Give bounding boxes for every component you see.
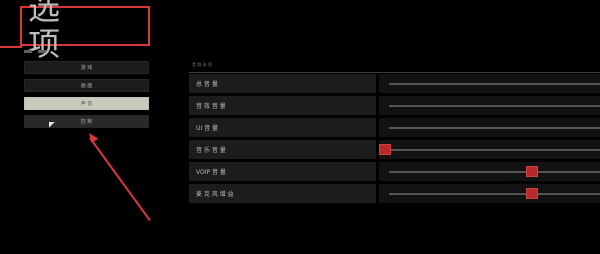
title-accent-line: [0, 46, 22, 48]
slider-thumb[interactable]: [526, 166, 539, 177]
menu-item-audio[interactable]: 声 音: [24, 97, 149, 110]
mouse-cursor-icon: [46, 119, 55, 128]
setting-label: 麦 克 风 增 益: [189, 184, 376, 203]
slider-track[interactable]: [389, 193, 600, 195]
setting-label: 总 音 量: [189, 74, 376, 93]
title-dot: [38, 50, 46, 53]
volume-slider[interactable]: [379, 74, 600, 93]
setting-label: UI 音 量: [189, 118, 376, 137]
menu-item-graphics[interactable]: 画 面: [24, 79, 149, 92]
setting-label: 音 乐 音 量: [189, 140, 376, 159]
panel-header-label: 音 频 选 项: [192, 62, 212, 67]
page-title-frame: 选 项: [20, 0, 150, 62]
menu-item-controls[interactable]: 控 制: [24, 115, 149, 128]
slider-track[interactable]: [389, 171, 600, 173]
slider-track[interactable]: [389, 149, 600, 151]
menu-item-label: 画 面: [80, 83, 93, 89]
volume-slider[interactable]: [379, 96, 600, 115]
slider-track[interactable]: [389, 105, 600, 107]
title-dot: [24, 50, 32, 53]
setting-label: 音 效 音 量: [189, 96, 376, 115]
setting-row-sfx-volume: 音 效 音 量: [189, 96, 600, 115]
setting-row-voip-volume: VOIP 音 量: [189, 162, 600, 181]
panel-header: 音 频 选 项: [189, 58, 600, 72]
volume-slider[interactable]: [379, 184, 600, 203]
settings-rows: 总 音 量 音 效 音 量 UI 音 量 音 乐 音 量 VOIP 音 量 麦 …: [189, 74, 600, 206]
settings-panel: 音 频 选 项 总 音 量 音 效 音 量 UI 音 量 音 乐 音 量 VOI…: [189, 58, 600, 203]
volume-slider[interactable]: [379, 140, 600, 159]
slider-thumb[interactable]: [526, 188, 539, 199]
panel-divider: [189, 72, 600, 73]
volume-slider[interactable]: [379, 118, 600, 137]
title-dots: [24, 50, 46, 53]
menu-item-label: 声 音: [80, 101, 93, 107]
slider-track[interactable]: [389, 127, 600, 129]
menu-item-game[interactable]: 游 戏: [24, 61, 149, 74]
setting-row-master-volume: 总 音 量: [189, 74, 600, 93]
options-menu: 游 戏 画 面 声 音 控 制: [24, 61, 149, 133]
volume-slider[interactable]: [379, 162, 600, 181]
menu-item-label: 游 戏: [80, 65, 93, 71]
setting-label: VOIP 音 量: [189, 162, 376, 181]
setting-row-music-volume: 音 乐 音 量: [189, 140, 600, 159]
setting-row-mic-gain: 麦 克 风 增 益: [189, 184, 600, 203]
slider-thumb[interactable]: [379, 144, 391, 155]
annotation-arrow-line: [89, 137, 151, 222]
menu-item-label: 控 制: [80, 119, 93, 125]
setting-row-ui-volume: UI 音 量: [189, 118, 600, 137]
slider-track[interactable]: [389, 83, 600, 85]
